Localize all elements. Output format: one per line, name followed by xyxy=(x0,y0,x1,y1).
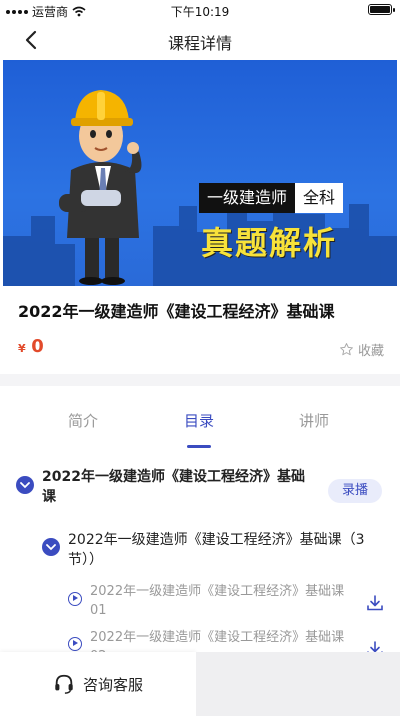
exam-name-tag: 一级建造师 xyxy=(199,183,296,213)
tab-catalog[interactable]: 目录 xyxy=(184,410,214,431)
lesson-title[interactable]: 2022年一级建造师《建设工程经济》基础课01 xyxy=(90,582,360,620)
course-title: 2022年一级建造师《建设工程经济》基础课 xyxy=(18,302,335,321)
consult-service-button[interactable]: 咨询客服 xyxy=(0,652,196,716)
exam-tag: 一级建造师 全科 xyxy=(199,183,344,213)
course-price: ¥ 0 xyxy=(18,336,44,357)
section-divider xyxy=(0,374,400,386)
bottom-bar: 咨询客服 xyxy=(0,652,400,716)
status-time: 下午10:19 xyxy=(170,5,230,19)
play-icon[interactable] xyxy=(68,592,82,606)
recorded-badge: 录播 xyxy=(328,479,382,503)
active-tab-indicator xyxy=(187,445,211,448)
battery-icon xyxy=(368,4,395,15)
exam-scope-tag: 全科 xyxy=(295,183,344,213)
chevron-down-icon[interactable] xyxy=(42,538,60,556)
status-bar: 运营商 下午10:19 xyxy=(0,0,400,20)
course-tabs: 简介 目录 讲师 xyxy=(0,398,400,450)
status-right xyxy=(368,4,395,15)
price-value: 0 xyxy=(31,336,44,357)
favorite-button[interactable]: 收藏 xyxy=(339,340,384,359)
favorite-label: 收藏 xyxy=(357,344,384,359)
download-icon[interactable] xyxy=(366,594,384,612)
course-banner: 一级建造师 全科 真题解析 xyxy=(3,60,397,286)
star-icon xyxy=(340,343,353,356)
bottom-action-area[interactable] xyxy=(196,652,400,716)
price-currency: ¥ xyxy=(18,342,26,355)
tab-intro[interactable]: 简介 xyxy=(68,410,98,431)
consult-label: 咨询客服 xyxy=(82,675,143,694)
headset-icon xyxy=(55,674,73,694)
tab-lecturer[interactable]: 讲师 xyxy=(299,410,329,431)
banner-headline: 真题解析 xyxy=(201,224,338,262)
chevron-down-icon[interactable] xyxy=(16,476,34,494)
chapter-title[interactable]: 2022年一级建造师《建设工程经济》基础课 xyxy=(42,467,312,507)
worker-illustration xyxy=(59,90,142,285)
section-title[interactable]: 2022年一级建造师《建设工程经济》基础课（3节）） xyxy=(68,530,373,570)
page-title: 课程详情 xyxy=(167,34,232,53)
nav-bar: 课程详情 xyxy=(0,20,400,60)
play-icon[interactable] xyxy=(68,637,82,651)
